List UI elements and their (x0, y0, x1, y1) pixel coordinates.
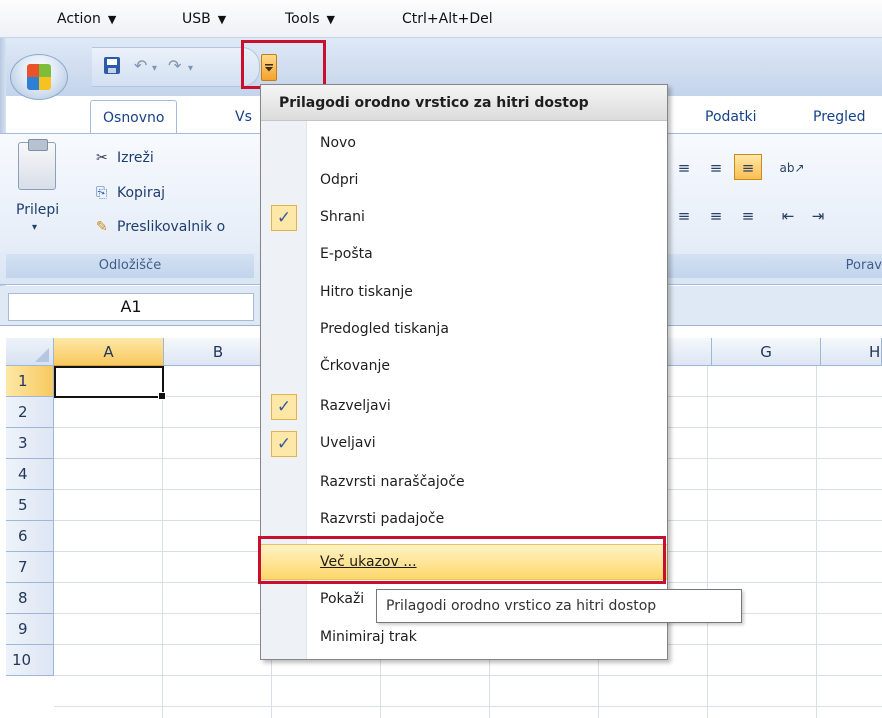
menu-item-email[interactable]: E-pošta (261, 237, 667, 273)
menu-item-label: Razveljavi (320, 398, 391, 414)
tooltip: Prilagodi orodno vrstico za hitri dostop (376, 589, 742, 623)
menu-item-label: Hitro tiskanje (320, 284, 413, 300)
tab-insert-label: Vs (235, 109, 252, 125)
vm-menu-ctrl-alt-del[interactable]: Ctrl+Alt+Del (402, 11, 493, 27)
undo-icon[interactable]: ↶ (134, 58, 147, 74)
row-header[interactable]: 10 (6, 645, 54, 676)
vm-menu-tools-label: Tools (285, 11, 320, 27)
office-button[interactable] (10, 54, 68, 100)
tab-data[interactable]: Podatki (693, 100, 768, 134)
chevron-down-icon: ▼ (107, 13, 117, 26)
paste-icon[interactable] (18, 139, 56, 190)
menu-item-label: Novo (320, 135, 356, 151)
menu-item-sort-descending[interactable]: Razvrsti padajoče (261, 502, 667, 538)
tab-insert[interactable]: Vs (223, 100, 264, 134)
check-icon: ✓ (271, 431, 297, 457)
row-header[interactable]: 4 (6, 459, 54, 490)
vm-menu-tools[interactable]: Tools ▼ (285, 11, 335, 27)
vm-menu-usb[interactable]: USB ▼ (182, 11, 226, 27)
redo-dropdown-icon[interactable]: ▾ (188, 61, 193, 77)
column-header-b[interactable]: B (164, 338, 273, 366)
check-icon: ✓ (271, 205, 297, 231)
office-logo-icon (27, 64, 51, 90)
menu-item-redo[interactable]: ✓ Uveljavi (261, 426, 667, 462)
menu-item-open[interactable]: Odpri (261, 163, 667, 199)
paste-button-label[interactable]: Prilepi (16, 202, 59, 218)
align-left-button[interactable]: ≡ (670, 202, 698, 228)
copy-button[interactable]: Kopiraj (117, 185, 165, 201)
menu-item-label: Razvrsti padajoče (320, 511, 445, 527)
tab-home-label: Osnovno (103, 110, 165, 126)
align-middle-button[interactable]: ≡ (702, 154, 730, 180)
redo-icon[interactable]: ↷ (168, 58, 181, 74)
format-painter-button[interactable]: Preslikovalnik o (117, 219, 225, 235)
menu-item-label: Črkovanje (320, 358, 390, 374)
cut-button[interactable]: Izreži (117, 150, 154, 166)
column-header-a[interactable]: A (54, 338, 164, 366)
row-header[interactable]: 7 (6, 552, 54, 583)
copy-icon: ⎘ (96, 185, 108, 201)
menu-item-label: E-pošta (320, 246, 373, 262)
tab-data-label: Podatki (705, 109, 757, 125)
paste-dropdown-icon[interactable]: ▾ (32, 222, 37, 233)
menu-item-quick-print[interactable]: Hitro tiskanje (261, 275, 667, 311)
row-header[interactable]: 3 (6, 428, 54, 459)
column-header-h[interactable]: H (821, 338, 882, 366)
menu-item-label: Minimiraj trak (320, 629, 417, 645)
row-header[interactable]: 8 (6, 583, 54, 614)
select-all-corner[interactable] (6, 338, 54, 366)
column-header-g[interactable]: G (712, 338, 821, 366)
chevron-down-icon: ▼ (217, 13, 227, 26)
menu-item-label: Pokaži (320, 591, 365, 607)
chevron-down-icon: ▼ (326, 13, 335, 26)
row-header[interactable]: 1 (6, 366, 54, 397)
row-header[interactable]: 6 (6, 521, 54, 552)
align-right-button[interactable]: ≡ (734, 202, 762, 228)
menu-item-new[interactable]: Novo (261, 126, 667, 162)
orientation-button[interactable]: ab↗ (772, 154, 812, 180)
qat-button-highlight (241, 40, 326, 89)
vm-menu-usb-label: USB (182, 11, 211, 27)
menu-item-label: Shrani (320, 209, 365, 225)
menu-item-sort-ascending[interactable]: Razvrsti naraščajoče (261, 465, 667, 501)
align-center-button[interactable]: ≡ (702, 202, 730, 228)
save-icon[interactable] (104, 57, 120, 74)
tab-home[interactable]: Osnovno (90, 100, 178, 136)
increase-indent-button[interactable]: ⇥ (804, 202, 832, 228)
align-bottom-button[interactable]: ≡ (734, 154, 762, 180)
menu-item-label: Uveljavi (320, 435, 376, 451)
more-commands-highlight (258, 536, 666, 584)
active-cell-a1[interactable] (54, 366, 166, 400)
menu-item-label: Razvrsti naraščajoče (320, 474, 465, 490)
undo-dropdown-icon[interactable]: ▾ (152, 61, 157, 77)
row-header[interactable]: 9 (6, 614, 54, 645)
quick-access-toolbar: ↶ ▾ ↷ ▾ (92, 47, 260, 87)
brush-icon: ✎ (96, 219, 108, 235)
menu-item-label: Predogled tiskanja (320, 321, 449, 337)
menu-item-save[interactable]: ✓ Shrani (261, 200, 667, 236)
menu-item-spelling[interactable]: Črkovanje (261, 349, 667, 385)
menu-item-label: Odpri (320, 172, 359, 188)
tab-review-label: Pregled (813, 109, 866, 125)
menu-item-undo[interactable]: ✓ Razveljavi (261, 389, 667, 425)
vm-menu-action[interactable]: Action ▼ (57, 11, 116, 27)
align-top-button[interactable]: ≡ (670, 154, 698, 180)
tab-review[interactable]: Pregled (801, 100, 878, 134)
cut-icon: ✂ (96, 150, 108, 166)
menu-item-print-preview[interactable]: Predogled tiskanja (261, 312, 667, 348)
menu-title: Prilagodi orodno vrstico za hitri dostop (261, 85, 667, 121)
vm-menu-bar: Action ▼ USB ▼ Tools ▼ Ctrl+Alt+Del (0, 0, 882, 38)
vm-menu-action-label: Action (57, 11, 101, 27)
decrease-indent-button[interactable]: ⇤ (774, 202, 802, 228)
menu-item-minimize-ribbon[interactable]: Minimiraj trak (261, 620, 667, 656)
row-header[interactable]: 2 (6, 397, 54, 428)
clipboard-group-label: Odložišče (6, 254, 254, 278)
row-header[interactable]: 5 (6, 490, 54, 521)
alignment-group-label: Porav (660, 254, 882, 278)
check-icon: ✓ (271, 394, 297, 420)
vm-menu-ctrl-alt-del-label: Ctrl+Alt+Del (402, 11, 493, 27)
name-box[interactable]: A1 (8, 293, 254, 321)
